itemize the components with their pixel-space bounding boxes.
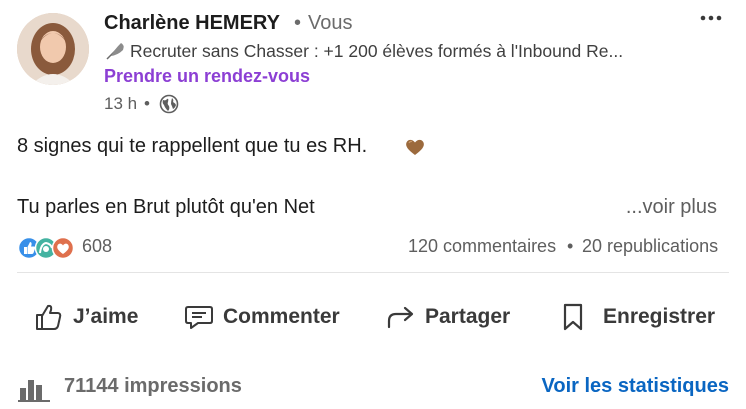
post-text-line-1: 8 signes qui te rappellent que tu es RH. bbox=[17, 135, 368, 157]
comment-icon bbox=[185, 306, 213, 329]
feather-icon bbox=[106, 43, 124, 60]
thumbs-up-icon bbox=[36, 304, 62, 330]
impressions-count: 71144 impressions bbox=[64, 375, 242, 397]
more-options-icon[interactable] bbox=[698, 8, 724, 28]
divider bbox=[17, 272, 729, 273]
share-label: Partager bbox=[425, 305, 511, 328]
reaction-icons[interactable] bbox=[17, 236, 79, 260]
comment-button[interactable]: Commenter bbox=[183, 296, 340, 338]
see-more-button[interactable]: ...voir plus bbox=[626, 196, 717, 219]
connection-degree: Vous bbox=[308, 12, 353, 34]
linkedin-post: Charlène HEMERY • Vous Recruter sans Cha… bbox=[0, 0, 746, 409]
reaction-count[interactable]: 608 bbox=[82, 236, 112, 257]
bookmark-icon bbox=[563, 303, 583, 331]
post-text-line-2: Tu parles en Brut plutôt qu'en Net bbox=[17, 196, 315, 218]
love-icon bbox=[51, 236, 75, 260]
like-button[interactable]: J’aime bbox=[33, 296, 138, 338]
name-separator: • bbox=[294, 12, 302, 34]
author-headline: Recruter sans Chasser : +1 200 élèves fo… bbox=[130, 41, 624, 61]
bar-chart-icon bbox=[18, 380, 50, 402]
comment-label: Commenter bbox=[223, 305, 340, 328]
brown-heart-emoji bbox=[406, 139, 424, 155]
reposts-count[interactable]: 20 republications bbox=[582, 236, 718, 257]
share-button[interactable]: Partager bbox=[385, 296, 510, 338]
author-name[interactable]: Charlène HEMERY bbox=[104, 12, 280, 35]
author-avatar[interactable] bbox=[17, 13, 89, 85]
book-meeting-link[interactable]: Prendre un rendez-vous bbox=[104, 66, 310, 87]
save-label: Enregistrer bbox=[603, 305, 716, 328]
time-separator: • bbox=[144, 94, 150, 113]
post-time: 13 h bbox=[104, 94, 138, 113]
save-button[interactable]: Enregistrer bbox=[557, 296, 715, 338]
globe-icon bbox=[159, 94, 179, 114]
stats-separator: • bbox=[567, 236, 574, 256]
view-statistics-link[interactable]: Voir les statistiques bbox=[542, 375, 729, 398]
share-arrow-icon bbox=[387, 306, 414, 329]
like-label: J’aime bbox=[73, 305, 139, 328]
comments-count[interactable]: 120 commentaires bbox=[408, 236, 556, 257]
